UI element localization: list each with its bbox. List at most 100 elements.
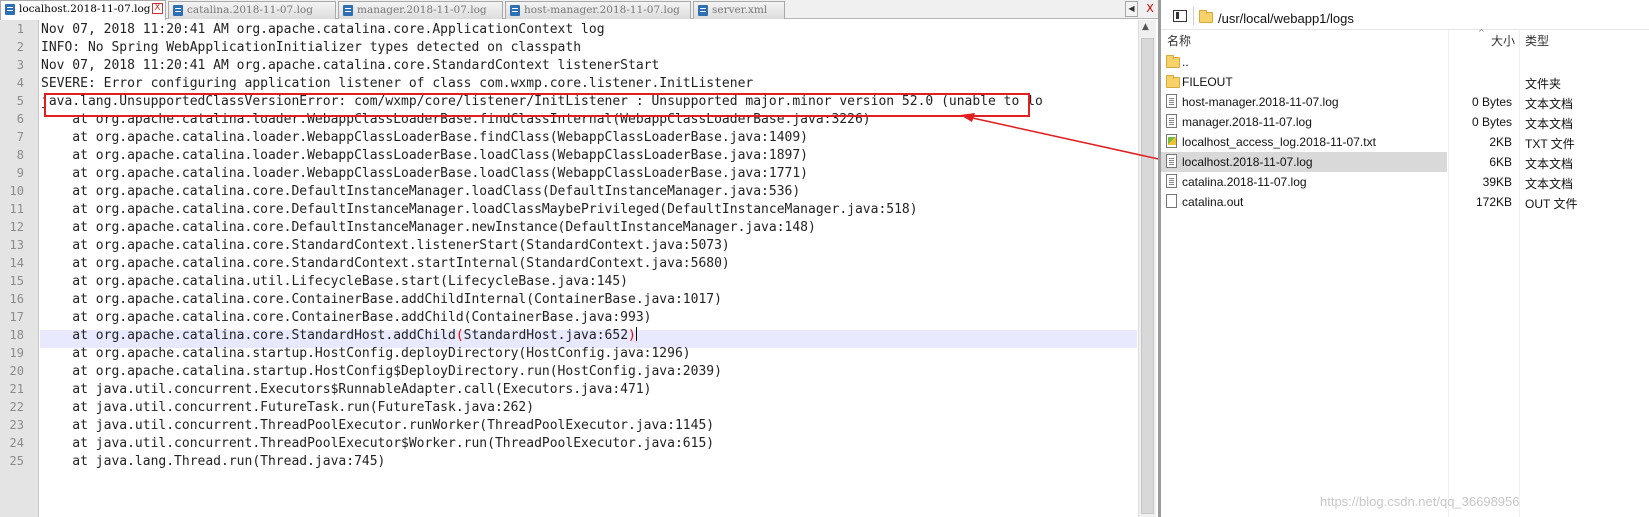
line-number: 1 bbox=[16, 22, 24, 36]
file-size: 172KB bbox=[1475, 195, 1512, 209]
file-row[interactable]: catalina.out 172KB OUT 文件 bbox=[1161, 192, 1649, 212]
line-number: 2 bbox=[16, 40, 24, 54]
line-number: 8 bbox=[16, 148, 24, 162]
code-line: INFO: No Spring WebApplicationInitialize… bbox=[41, 40, 582, 55]
file-explorer: /usr/local/webapp1/logs 名称 ^ 大小 类型 .. FIL… bbox=[1161, 0, 1649, 517]
file-size: 0 Bytes bbox=[1471, 95, 1512, 109]
file-type: 文本文档 bbox=[1525, 177, 1574, 191]
file-type: TXT 文件 bbox=[1525, 137, 1575, 151]
close-tab-icon[interactable]: X bbox=[152, 3, 163, 14]
file-row[interactable]: catalina.2018-11-07.log 39KB 文本文档 bbox=[1161, 172, 1649, 192]
file-row[interactable]: host-manager.2018-11-07.log 0 Bytes 文本文档 bbox=[1161, 92, 1649, 112]
watermark: https://blog.csdn.net/qq_36698956 bbox=[1320, 494, 1520, 509]
vertical-scrollbar[interactable]: ▲ bbox=[1138, 20, 1156, 517]
column-header-type[interactable]: 类型 bbox=[1525, 32, 1549, 49]
text-caret bbox=[635, 327, 637, 341]
code-line: java.lang.UnsupportedClassVersionError: … bbox=[41, 94, 1043, 109]
tab-label: localhost.2018-11-07.log bbox=[19, 3, 151, 15]
line-number: 4 bbox=[16, 76, 24, 90]
file-row[interactable]: manager.2018-11-07.log 0 Bytes 文本文档 bbox=[1161, 112, 1649, 132]
code-area[interactable]: Nov 07, 2018 11:20:41 AM org.apache.cata… bbox=[40, 20, 1137, 517]
document-icon bbox=[1166, 154, 1177, 168]
file-icon bbox=[173, 5, 183, 16]
file-name: .. bbox=[1182, 55, 1189, 69]
line-number: 12 bbox=[9, 220, 24, 234]
tab-localhost-log[interactable]: localhost.2018-11-07.log X bbox=[0, 0, 166, 20]
code-line: at org.apache.catalina.loader.WebappClas… bbox=[41, 148, 809, 163]
tab-manager-log[interactable]: manager.2018-11-07.log bbox=[338, 1, 503, 19]
file-name: catalina.out bbox=[1182, 195, 1244, 209]
code-line: at org.apache.catalina.core.DefaultInsta… bbox=[41, 220, 816, 235]
code-line: at org.apache.catalina.core.ContainerBas… bbox=[41, 310, 652, 325]
tab-catalina-log[interactable]: catalina.2018-11-07.log bbox=[168, 1, 336, 19]
line-number: 5 bbox=[16, 94, 24, 108]
tab-server-xml[interactable]: server.xml bbox=[693, 1, 785, 19]
file-row[interactable]: .. bbox=[1161, 52, 1649, 72]
code-line: at org.apache.catalina.core.StandardCont… bbox=[41, 238, 730, 253]
blank-file-icon bbox=[1166, 194, 1177, 208]
code-line: at org.apache.catalina.startup.HostConfi… bbox=[41, 364, 722, 379]
code-line: SEVERE: Error configuring application li… bbox=[41, 76, 754, 91]
line-number: 15 bbox=[9, 274, 24, 288]
line-number: 25 bbox=[9, 454, 24, 468]
file-name: catalina.2018-11-07.log bbox=[1182, 175, 1307, 189]
file-row[interactable]: localhost_access_log.2018-11-07.txt 2KB TX… bbox=[1161, 132, 1649, 152]
column-header-name[interactable]: 名称 bbox=[1167, 32, 1191, 49]
code-line: at org.apache.catalina.core.DefaultInsta… bbox=[41, 202, 918, 217]
file-icon bbox=[5, 4, 15, 15]
code-line: at org.apache.catalina.loader.WebappClas… bbox=[41, 130, 809, 145]
code-line: at org.apache.catalina.util.LifecycleBas… bbox=[41, 274, 628, 289]
line-number: 14 bbox=[9, 256, 24, 270]
folder-icon bbox=[1199, 10, 1213, 23]
line-number: 7 bbox=[16, 130, 24, 144]
code-line: at java.util.concurrent.FutureTask.run(F… bbox=[41, 400, 535, 415]
tab-label: host-manager.2018-11-07.log bbox=[524, 4, 680, 16]
line-number: 9 bbox=[16, 166, 24, 180]
panel-toggle-icon[interactable] bbox=[1173, 10, 1187, 22]
code-line: at org.apache.catalina.core.ContainerBas… bbox=[41, 292, 722, 307]
file-size: 0 Bytes bbox=[1471, 115, 1512, 129]
file-type: 文件夹 bbox=[1525, 77, 1562, 91]
file-icon bbox=[698, 5, 708, 16]
line-number: 23 bbox=[9, 418, 24, 432]
file-type: 文本文档 bbox=[1525, 117, 1574, 131]
column-header-size[interactable]: 大小 bbox=[1491, 32, 1515, 49]
line-number: 22 bbox=[9, 400, 24, 414]
tab-label: server.xml bbox=[712, 4, 768, 16]
text-editor: localhost.2018-11-07.log X catalina.2018… bbox=[0, 0, 1158, 517]
line-number: 17 bbox=[9, 310, 24, 324]
file-size: 2KB bbox=[1489, 135, 1512, 149]
code-line: at java.lang.Thread.run(Thread.java:745) bbox=[41, 454, 386, 469]
code-line: Nov 07, 2018 11:20:41 AM org.apache.cata… bbox=[41, 22, 605, 37]
document-icon bbox=[1166, 114, 1177, 128]
line-number: 10 bbox=[9, 184, 24, 198]
document-icon bbox=[1166, 174, 1177, 188]
tab-label: catalina.2018-11-07.log bbox=[187, 4, 313, 16]
line-number: 20 bbox=[9, 364, 24, 378]
line-number: 11 bbox=[9, 202, 24, 216]
file-type: 文本文档 bbox=[1525, 157, 1574, 171]
file-row[interactable]: FILEOUT 文件夹 bbox=[1161, 72, 1649, 92]
address-bar[interactable]: /usr/local/webapp1/logs bbox=[1161, 0, 1649, 30]
file-name: manager.2018-11-07.log bbox=[1182, 115, 1312, 129]
code-line: at org.apache.catalina.core.StandardHost… bbox=[41, 327, 637, 343]
scrollbar-thumb[interactable] bbox=[1141, 38, 1154, 514]
current-path: /usr/local/webapp1/logs bbox=[1218, 11, 1354, 26]
folder-icon bbox=[1166, 75, 1180, 88]
file-size: 6KB bbox=[1489, 155, 1512, 169]
line-number: 3 bbox=[16, 58, 24, 72]
file-row[interactable]: localhost.2018-11-07.log 6KB 文本文档 bbox=[1161, 152, 1649, 172]
file-name: localhost.2018-11-07.log bbox=[1182, 155, 1313, 169]
file-name: FILEOUT bbox=[1182, 75, 1233, 89]
scroll-tabs-left-button[interactable]: ◀ bbox=[1125, 1, 1138, 17]
code-line: at org.apache.catalina.startup.HostConfi… bbox=[41, 346, 691, 361]
line-number: 6 bbox=[16, 112, 24, 126]
line-number: 21 bbox=[9, 382, 24, 396]
file-name: localhost_access_log.2018-11-07.txt bbox=[1182, 135, 1376, 149]
tab-host-manager-log[interactable]: host-manager.2018-11-07.log bbox=[505, 1, 691, 19]
close-document-icon[interactable]: X bbox=[1144, 1, 1156, 17]
scroll-up-icon[interactable]: ▲ bbox=[1142, 22, 1149, 32]
file-type: OUT 文件 bbox=[1525, 197, 1578, 211]
file-name: host-manager.2018-11-07.log bbox=[1182, 95, 1339, 109]
file-type: 文本文档 bbox=[1525, 97, 1574, 111]
